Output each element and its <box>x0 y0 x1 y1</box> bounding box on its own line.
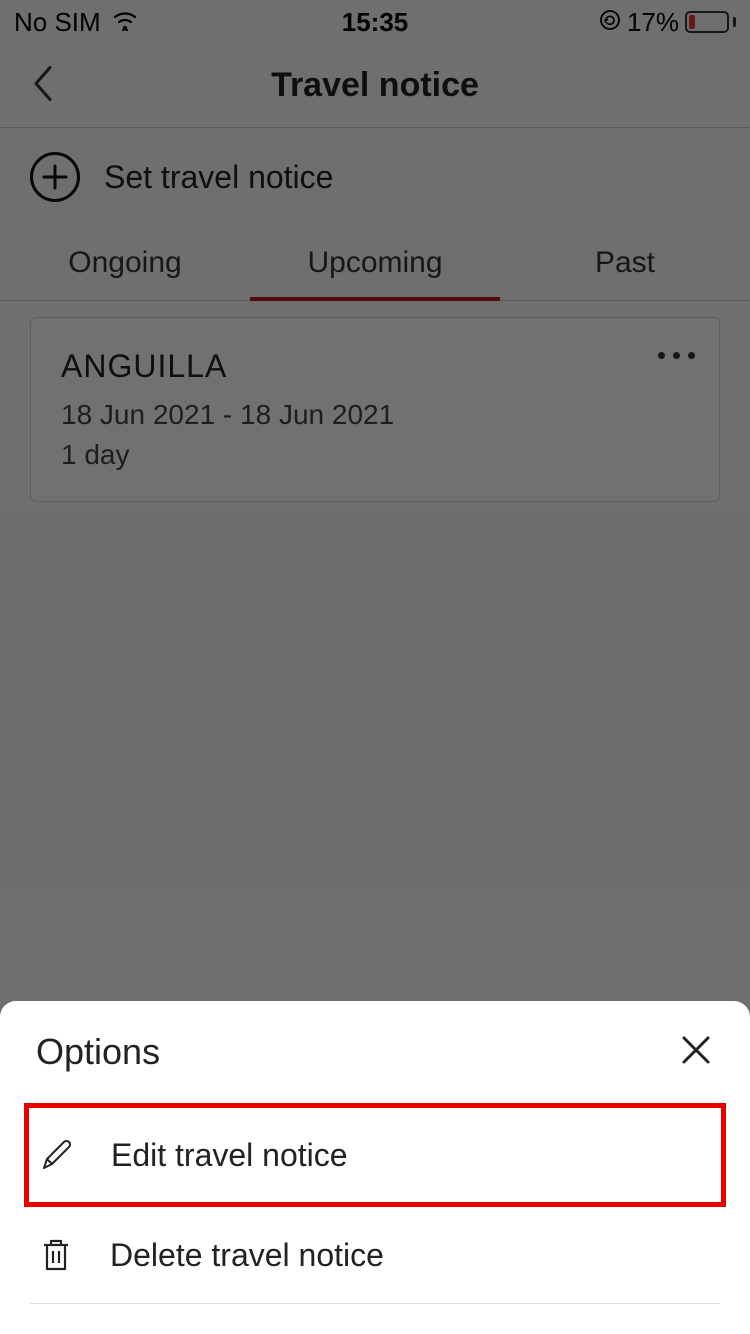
close-button[interactable] <box>678 1032 714 1073</box>
trash-icon <box>34 1235 78 1275</box>
screen-root: No SIM 15:35 17% Travel notice Set <box>0 0 750 1334</box>
pencil-icon <box>35 1136 79 1174</box>
close-icon <box>678 1032 714 1068</box>
delete-travel-notice-label: Delete travel notice <box>110 1237 384 1274</box>
edit-travel-notice-label: Edit travel notice <box>111 1137 348 1174</box>
sheet-header: Options <box>0 1031 750 1103</box>
delete-travel-notice-button[interactable]: Delete travel notice <box>30 1207 720 1304</box>
edit-travel-notice-button[interactable]: Edit travel notice <box>24 1103 726 1207</box>
options-sheet: Options Edit travel notice Delete travel… <box>0 1001 750 1334</box>
sheet-title: Options <box>36 1031 160 1073</box>
